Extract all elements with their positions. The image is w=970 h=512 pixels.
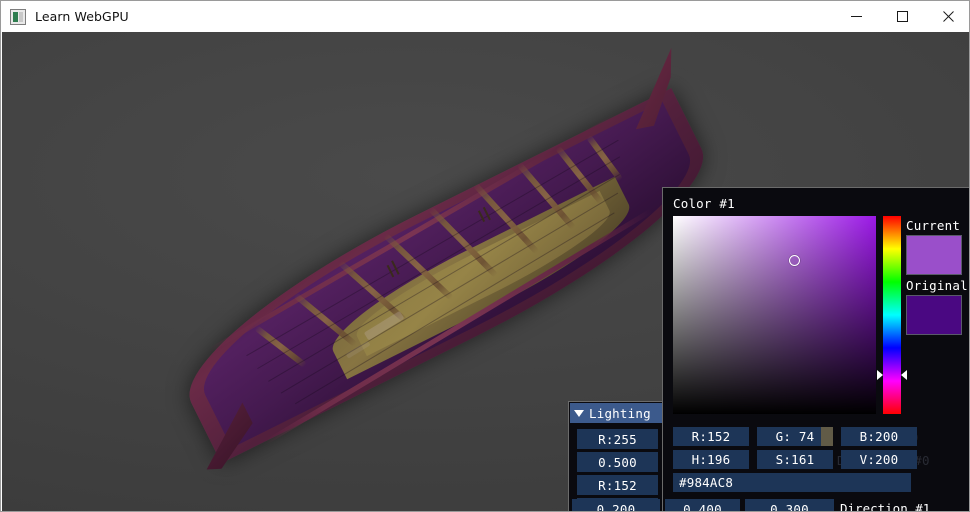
hex-color-field[interactable]: #984AC8 [673,473,911,492]
light2-r-field[interactable]: R:152 [577,475,658,495]
window-title: Learn WebGPU [35,9,129,24]
color-picker-panel[interactable]: Color #1 Current Original G:238 B:153 #0… [662,187,969,511]
maximize-button[interactable] [879,1,925,32]
minimize-button[interactable] [833,1,879,32]
hsv-row: H:196 S:161 V:200 [673,450,917,469]
close-button[interactable] [925,1,969,32]
direction-label: Direction #1 [840,501,931,512]
original-color-label: Original [906,278,968,293]
lighting-panel[interactable]: Lighting R:255 0.500 R:152 0.200 [568,401,664,511]
sv-cursor-icon[interactable] [789,255,800,266]
color-picker-title: Color #1 [673,196,735,211]
s-field[interactable]: S:161 [757,450,833,469]
hue-slider[interactable] [877,216,907,414]
lighting-panel-title: Lighting [589,405,651,421]
h-field[interactable]: H:196 [673,450,749,469]
title-bar[interactable]: Learn WebGPU [1,1,969,32]
v-field[interactable]: V:200 [841,450,917,469]
triangle-down-icon[interactable] [574,409,584,417]
hue-marker-right-icon [901,370,907,380]
hue-marker-left-icon [877,370,883,380]
window-controls [833,1,969,32]
b-field[interactable]: B:200 [841,427,917,446]
minimize-icon [850,16,862,17]
render-viewport[interactable]: Lighting R:255 0.500 R:152 0.200 Color #… [2,32,969,512]
rgb-row: R:152 G: 74 B:200 [673,427,917,446]
lighting-panel-header[interactable]: Lighting [570,403,664,423]
light-intensity-field[interactable]: 0.500 [577,452,658,472]
direction-x-field[interactable]: 0.200 [572,499,660,511]
drag-handle[interactable] [821,427,833,446]
direction-y-field[interactable]: 0.400 [665,499,740,511]
r-field[interactable]: R:152 [673,427,749,446]
saturation-value-square[interactable] [673,216,876,414]
direction-z-field[interactable]: 0.300 [745,499,834,511]
maximize-icon [896,11,908,22]
light-r-field[interactable]: R:255 [577,429,658,449]
application-window: Learn WebGPU Lighting R:255 0.500 R:152 … [0,0,970,512]
current-color-label: Current [906,218,961,233]
app-icon [10,8,26,25]
current-color-swatch[interactable] [906,235,962,275]
close-icon [942,11,954,22]
original-color-swatch[interactable] [906,295,962,335]
